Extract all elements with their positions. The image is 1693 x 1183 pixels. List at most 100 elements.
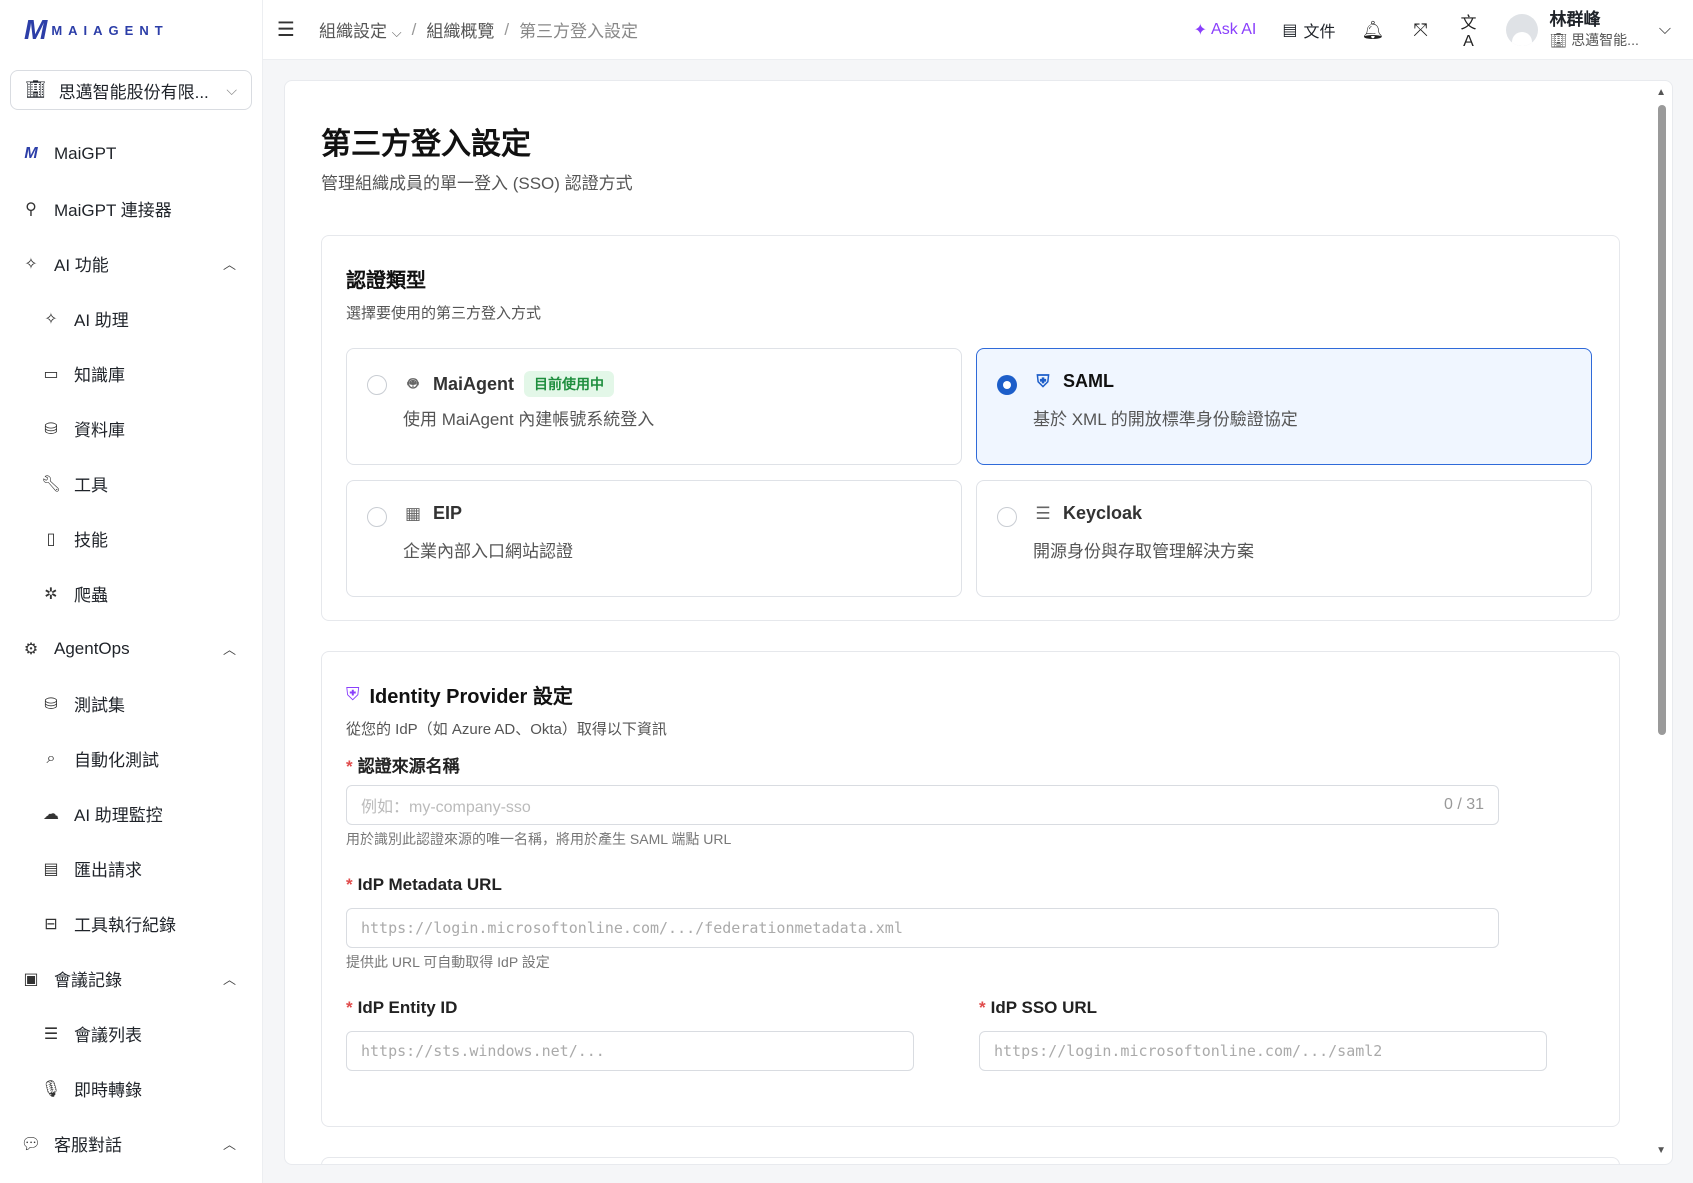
user-info[interactable]: 林群峰 🏢︎ 思邁智能... bbox=[1550, 10, 1639, 50]
sidebar-group-agentops[interactable]: ⚙ AgentOps ︿ bbox=[0, 621, 262, 676]
chevron-up-icon: ︿ bbox=[222, 972, 236, 987]
option-description: 基於 XML 的開放標準身份驗證協定 bbox=[1033, 410, 1298, 429]
docs-button[interactable]: ▤ 文件 bbox=[1282, 18, 1335, 42]
sidebar-item-export-requests[interactable]: ▤ 匯出請求 bbox=[0, 841, 262, 896]
brand-logo[interactable]: M MAIAGENT bbox=[0, 0, 262, 60]
header-actions: ✦ Ask AI ▤ 文件 🔔︎ ⤧ 文A 林群峰 🏢︎ 思邁智能... ⌵ bbox=[1194, 0, 1693, 60]
chevron-down-icon: ⌵ bbox=[391, 25, 402, 40]
scroll-down-arrow-icon[interactable]: ▼ bbox=[1656, 1145, 1666, 1156]
translate-icon[interactable]: 文A bbox=[1458, 9, 1480, 51]
option-description: 使用 MaiAgent 內建帳號系統登入 bbox=[403, 410, 655, 429]
radio-button[interactable] bbox=[997, 507, 1017, 527]
search-test-icon: ⌕ bbox=[46, 749, 56, 767]
metadata-url-input[interactable]: https://login.microsoftonline.com/.../fe… bbox=[346, 908, 1499, 948]
sidebar-item-knowledge-base[interactable]: ▭ 知識庫 bbox=[0, 346, 262, 401]
book-icon: ▭ bbox=[43, 365, 59, 383]
robot-icon: 🤖︎ bbox=[407, 374, 419, 393]
sidebar-item-maigpt-connector[interactable]: ⚲ MaiGPT 連接器 bbox=[0, 181, 262, 236]
shield-check-icon: ⛨ bbox=[346, 684, 360, 704]
building-icon: ▦ bbox=[404, 503, 422, 523]
fullscreen-icon[interactable]: ⤧ bbox=[1410, 20, 1432, 41]
avatar[interactable] bbox=[1505, 14, 1538, 46]
sidebar-item-label: 自動化測試 bbox=[74, 751, 159, 770]
scroll-up-arrow-icon[interactable]: ▲ bbox=[1656, 87, 1666, 98]
input-placeholder: https://sts.windows.net/... bbox=[361, 1042, 605, 1060]
sidebar-item-label: 知識庫 bbox=[74, 366, 125, 385]
sidebar-item-ai-assistant[interactable]: ✧ AI 助理 bbox=[0, 291, 262, 346]
sidebar-item-label: 工具執行紀錄 bbox=[74, 916, 176, 935]
main-panel: 第三方登入設定 管理組織成員的單一登入 (SSO) 認證方式 認證類型 選擇要使… bbox=[284, 80, 1673, 1165]
menu-toggle-icon[interactable]: ☰ bbox=[277, 17, 299, 42]
character-counter: 0 / 31 bbox=[1443, 796, 1484, 813]
sidebar-item-ai-monitor[interactable]: ☁ AI 助理監控 bbox=[0, 786, 262, 841]
radio-button[interactable] bbox=[367, 375, 387, 395]
auth-option-eip[interactable]: ▦ EIP 企業內部入口網站認證 bbox=[346, 480, 962, 597]
input-placeholder: https://login.microsoftonline.com/.../sa… bbox=[994, 1042, 1383, 1060]
breadcrumb-item-org-settings[interactable]: 組織設定 ⌵ bbox=[319, 17, 402, 42]
sidebar-item-live-transcription[interactable]: 🎙︎ 即時轉錄 bbox=[0, 1061, 262, 1116]
sidebar-group-ai-features[interactable]: ✧ AI 功能 ︿ bbox=[0, 236, 262, 291]
required-mark: * bbox=[346, 757, 353, 776]
radio-button[interactable] bbox=[367, 507, 387, 527]
auth-type-description: 選擇要使用的第三方登入方式 bbox=[346, 305, 542, 322]
sidebar-item-database[interactable]: ⛁ 資料庫 bbox=[0, 401, 262, 456]
required-mark: * bbox=[346, 998, 353, 1017]
sidebar-item-test-set[interactable]: ⛁ 測試集 bbox=[0, 676, 262, 731]
sparkle-icon: ✦ bbox=[1193, 22, 1208, 39]
list-icon: ☰ bbox=[43, 1025, 59, 1043]
chevron-down-icon[interactable]: ⌵ bbox=[1659, 21, 1671, 39]
sidebar-item-label: 技能 bbox=[74, 531, 108, 550]
sidebar-item-tools[interactable]: 🔧︎ 工具 bbox=[0, 456, 262, 511]
option-name: EIP bbox=[433, 503, 463, 523]
next-settings-card bbox=[321, 1157, 1620, 1164]
auth-option-saml[interactable]: ⛨ SAML 基於 XML 的開放標準身份驗證協定 bbox=[976, 348, 1592, 465]
organization-selector[interactable]: 🏢︎ 思邁智能股份有限... ⌵ bbox=[10, 70, 252, 110]
sidebar-item-label: 客服對話 bbox=[54, 1136, 122, 1155]
document-icon: ▤ bbox=[1282, 22, 1298, 39]
idp-settings-card: ⛨ Identity Provider 設定 從您的 IdP（如 Azure A… bbox=[321, 651, 1620, 1127]
sidebar-item-tool-execution-log[interactable]: ⊟ 工具執行紀錄 bbox=[0, 896, 262, 951]
sidebar-item-meeting-list[interactable]: ☰ 會議列表 bbox=[0, 1006, 262, 1061]
top-header: ☰ 組織設定 ⌵ / 組織概覽 / 第三方登入設定 ✦ Ask AI ▤ 文件 … bbox=[263, 0, 1693, 60]
docs-label: 文件 bbox=[1303, 24, 1336, 41]
sidebar-group-meeting-records[interactable]: ▣ 會議記錄 ︿ bbox=[0, 951, 262, 1006]
meeting-icon: ▣ bbox=[23, 970, 39, 988]
source-name-input[interactable]: 例如：my-company-sso 0 / 31 bbox=[346, 785, 1499, 825]
ask-ai-button[interactable]: ✦ Ask AI bbox=[1194, 20, 1257, 40]
entity-id-label: * IdP Entity ID bbox=[346, 998, 458, 1017]
sso-url-label: * IdP SSO URL bbox=[979, 998, 1098, 1017]
entity-id-input[interactable]: https://sts.windows.net/... bbox=[346, 1031, 914, 1071]
radio-button-checked[interactable] bbox=[997, 375, 1017, 395]
option-description: 開源身份與存取管理解決方案 bbox=[1033, 542, 1254, 561]
scrollbar-thumb[interactable] bbox=[1658, 105, 1666, 735]
auth-option-maiagent[interactable]: 🤖︎ MaiAgent 目前使用中 使用 MaiAgent 內建帳號系統登入 bbox=[346, 348, 962, 465]
breadcrumb-item-current: 第三方登入設定 bbox=[519, 22, 639, 41]
sidebar-item-crawler[interactable]: ✲ 爬蟲 bbox=[0, 566, 262, 621]
input-placeholder: https://login.microsoftonline.com/.../fe… bbox=[361, 919, 903, 937]
database-icon: ⛁ bbox=[44, 695, 58, 713]
page-description: 管理組織成員的單一登入 (SSO) 認證方式 bbox=[321, 174, 633, 193]
sidebar: M MAIAGENT 🏢︎ 思邁智能股份有限... ⌵ M MaiGPT ⚲ M… bbox=[0, 0, 263, 1183]
chevron-up-icon: ︿ bbox=[222, 1137, 236, 1152]
sidebar-item-skills[interactable]: ▯ 技能 bbox=[0, 511, 262, 566]
maiagent-logo-icon: M bbox=[24, 14, 47, 45]
sparkle-icon: ✧ bbox=[44, 310, 58, 328]
auth-option-keycloak[interactable]: ☰ Keycloak 開源身份與存取管理解決方案 bbox=[976, 480, 1592, 597]
sso-url-input[interactable]: https://login.microsoftonline.com/.../sa… bbox=[979, 1031, 1547, 1071]
idp-title: Identity Provider 設定 bbox=[369, 686, 573, 708]
sidebar-item-maigpt[interactable]: M MaiGPT bbox=[0, 126, 262, 181]
scrollbar[interactable]: ▲ ▼ bbox=[1652, 81, 1672, 1164]
chevron-down-icon: ⌵ bbox=[226, 81, 237, 98]
agentops-icon: ⚙ bbox=[23, 640, 39, 658]
required-mark: * bbox=[346, 875, 353, 894]
breadcrumb: 組織設定 ⌵ / 組織概覽 / 第三方登入設定 bbox=[319, 17, 638, 42]
export-file-icon: ▤ bbox=[43, 860, 59, 878]
sidebar-item-label: 匯出請求 bbox=[74, 861, 142, 880]
bell-icon[interactable]: 🔔︎ bbox=[1362, 20, 1385, 41]
chat-icon: 💬︎ bbox=[20, 1135, 42, 1153]
sidebar-item-automated-test[interactable]: ⌕ 自動化測試 bbox=[0, 731, 262, 786]
breadcrumb-item-org-overview[interactable]: 組織概覽 bbox=[426, 17, 494, 42]
required-mark: * bbox=[979, 998, 986, 1017]
sidebar-item-label: AI 助理監控 bbox=[74, 806, 163, 825]
sidebar-group-customer-service[interactable]: 💬︎ 客服對話 ︿ bbox=[0, 1116, 262, 1171]
